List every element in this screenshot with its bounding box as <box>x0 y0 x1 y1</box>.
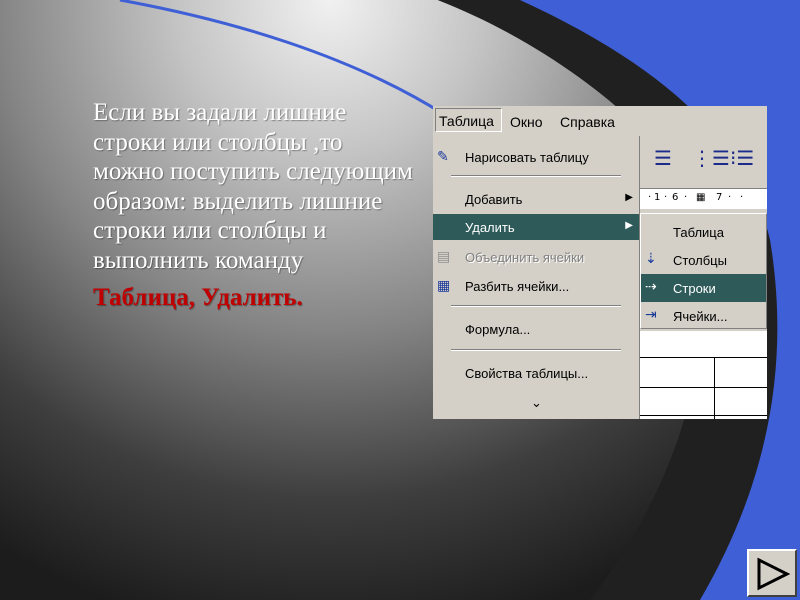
submenu-item-table[interactable]: Таблица <box>641 218 766 246</box>
submenu-arrow-icon: ▶ <box>625 220 633 231</box>
delete-submenu: Таблица ⇣ Столбцы ⇢ Строки ⇥ Ячейки... <box>640 213 767 329</box>
menu-item-split-cells[interactable]: ▦ Разбить ячейки... <box>433 273 639 299</box>
submenu-item-cells[interactable]: ⇥ Ячейки... <box>641 302 766 330</box>
menu-table[interactable]: Таблица <box>435 108 502 132</box>
delete-rows-icon: ⇢ <box>645 279 657 295</box>
formatting-toolbar: ☰ ⋮☰ ⁝☰ <box>640 136 767 184</box>
menu-item-add[interactable]: Добавить ▶ <box>433 186 639 212</box>
command-text: Таблица, Удалить. <box>93 284 303 311</box>
menu-bar: Таблица Окно Справка <box>433 106 767 136</box>
next-slide-button[interactable] <box>747 549 797 597</box>
submenu-arrow-icon: ▶ <box>625 192 633 203</box>
menu-item-table-properties[interactable]: Свойства таблицы... <box>433 360 639 386</box>
menu-help[interactable]: Справка <box>560 114 615 130</box>
expand-chevron-icon[interactable]: ⌄ <box>531 396 542 411</box>
submenu-item-rows[interactable]: ⇢ Строки <box>641 274 766 302</box>
ruler-mark: 7 <box>716 192 723 203</box>
table-grid-marker-icon: ▦ <box>696 192 706 203</box>
menu-item-merge-cells[interactable]: ▤ Объединить ячейки <box>433 244 639 270</box>
numbered-list-icon[interactable]: ⋮☰ <box>692 146 730 170</box>
menu-window[interactable]: Окно <box>510 114 543 130</box>
merge-cells-icon: ▤ <box>437 249 451 265</box>
document-table <box>640 331 767 419</box>
menu-item-delete[interactable]: Удалить ▶ <box>433 214 639 240</box>
instruction-text: Если вы задали лишние строки или столбцы… <box>93 99 413 274</box>
menu-separator <box>451 349 621 351</box>
split-cells-icon: ▦ <box>437 278 451 294</box>
ruler-mark: 1 <box>654 192 661 203</box>
menu-item-draw-table[interactable]: ✎ Нарисовать таблицу <box>433 144 639 170</box>
table-menu: ✎ Нарисовать таблицу Добавить ▶ Удалить … <box>433 136 640 419</box>
ruler-mark: 6 <box>672 192 679 203</box>
slide-text: Если вы задали лишние строки или столбцы… <box>93 98 413 313</box>
pencil-icon: ✎ <box>437 149 449 165</box>
submenu-item-columns[interactable]: ⇣ Столбцы <box>641 246 766 274</box>
ruler: · 1 · 6 · ▦ 7 · · <box>640 188 767 209</box>
menu-separator <box>451 305 621 307</box>
next-slide-icon <box>757 557 791 591</box>
bullet-list-icon[interactable]: ⁝☰ <box>730 146 754 170</box>
delete-cells-icon: ⇥ <box>645 307 657 323</box>
slide: Если вы задали лишние строки или столбцы… <box>0 0 800 600</box>
word-screenshot: Таблица Окно Справка ☰ ⋮☰ ⁝☰ · 1 · 6 · ▦… <box>433 106 767 419</box>
menu-separator <box>451 175 621 177</box>
justify-icon[interactable]: ☰ <box>654 146 672 170</box>
delete-columns-icon: ⇣ <box>645 251 657 267</box>
menu-item-formula[interactable]: Формула... <box>433 316 639 342</box>
